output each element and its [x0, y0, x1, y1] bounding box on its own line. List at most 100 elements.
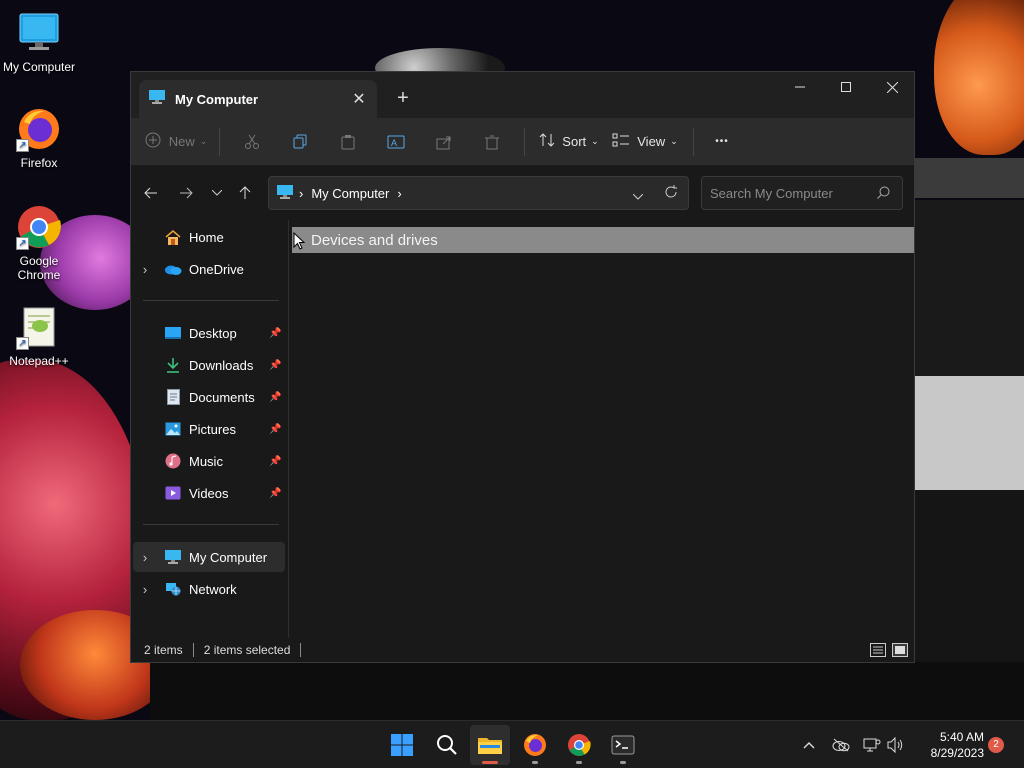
terminal-icon [611, 735, 635, 755]
maximize-icon [841, 82, 851, 92]
desktop-icon-firefox[interactable]: ↗ Firefox [1, 106, 77, 170]
address-bar[interactable]: › My Computer › [268, 176, 689, 210]
details-view-icon[interactable] [870, 643, 886, 657]
file-explorer-taskbar-button[interactable] [470, 725, 510, 765]
content-pane[interactable]: › Devices and drives [290, 220, 914, 640]
shortcut-arrow-icon: ↗ [16, 237, 29, 250]
desktop-folder-icon [163, 325, 183, 341]
chevron-down-icon: ⌄ [670, 136, 678, 146]
chevron-right-icon[interactable]: › [133, 582, 157, 597]
view-button[interactable]: View ⌄ [605, 124, 685, 160]
firefox-taskbar-button[interactable] [515, 725, 555, 765]
desktop-icon-label: Google Chrome [17, 254, 61, 282]
chevron-right-icon[interactable]: › [133, 262, 157, 277]
nav-item-my-computer[interactable]: › My Computer [133, 542, 285, 572]
nav-item-desktop[interactable]: Desktop 📌 [133, 318, 285, 348]
network-tray-button[interactable] [862, 735, 882, 755]
nav-item-music[interactable]: Music 📌 [133, 446, 285, 476]
recent-locations-button[interactable] [203, 179, 231, 207]
search-button[interactable] [427, 725, 467, 765]
nav-item-downloads[interactable]: Downloads 📌 [133, 350, 285, 380]
sort-label: Sort [562, 134, 587, 149]
search-input[interactable]: Search My Computer [701, 176, 903, 210]
rename-button[interactable]: A [372, 124, 420, 160]
desktop-icon-google-chrome[interactable]: ↗ Google Chrome [1, 204, 77, 282]
forward-button[interactable] [172, 179, 200, 207]
folder-icon [478, 738, 502, 754]
back-button[interactable] [137, 179, 165, 207]
nav-item-pictures[interactable]: Pictures 📌 [133, 414, 285, 444]
breadcrumb-separator: › [299, 185, 304, 201]
shortcut-arrow-icon: ↗ [16, 337, 29, 350]
video-icon [163, 485, 183, 501]
notification-badge[interactable]: 2 [988, 737, 1004, 753]
address-history-button[interactable] [632, 188, 644, 203]
pin-icon: 📌 [269, 423, 282, 435]
search-icon [877, 186, 890, 202]
speaker-icon [887, 737, 903, 753]
command-bar: New ⌄ A Sort ⌄ View ⌄ ••• [131, 118, 914, 166]
system-clock[interactable]: 5:40 AM 8/29/2023 [914, 729, 984, 761]
chrome-icon [568, 734, 591, 756]
nav-item-network[interactable]: › Network [133, 574, 285, 604]
chrome-taskbar-button[interactable] [559, 725, 599, 765]
maximize-button[interactable] [823, 72, 869, 102]
breadcrumb-separator[interactable]: › [397, 186, 401, 201]
share-icon [436, 136, 451, 149]
new-button[interactable]: New ⌄ [141, 124, 211, 160]
nav-item-onedrive[interactable]: › OneDrive [133, 254, 285, 284]
minimize-button[interactable] [777, 72, 823, 102]
nav-label: Music [189, 453, 223, 469]
tab-my-computer[interactable]: My Computer ✕ [139, 80, 377, 118]
more-options-button[interactable]: ••• [702, 124, 742, 160]
firefox-icon [524, 734, 546, 756]
clock-date: 8/29/2023 [930, 746, 984, 760]
desktop-icon-label: Notepad++ [9, 354, 69, 368]
breadcrumb-my-computer[interactable]: My Computer [311, 186, 389, 201]
mouse-cursor [293, 231, 306, 255]
document-icon [163, 389, 183, 405]
view-label: View [637, 134, 666, 149]
nav-label: Network [189, 581, 237, 597]
terminal-taskbar-button[interactable] [603, 725, 643, 765]
cut-button[interactable] [228, 124, 276, 160]
chevron-right-icon[interactable]: › [133, 550, 157, 565]
status-bar: 2 items 2 items selected [131, 638, 914, 662]
arrow-up-icon [239, 186, 251, 199]
nav-item-videos[interactable]: Videos 📌 [133, 478, 285, 508]
volume-tray-button[interactable] [886, 735, 906, 755]
show-hidden-icons-button[interactable] [799, 735, 819, 755]
explorer-body: Home › OneDrive Desktop 📌 Downloads 📌 Do… [131, 220, 914, 640]
chevron-down-icon [632, 193, 644, 200]
new-tab-button[interactable]: + [389, 84, 417, 112]
chrome-icon: ↗ [16, 204, 62, 250]
copy-button[interactable] [276, 124, 324, 160]
delete-button[interactable] [468, 124, 516, 160]
running-app-indicator [620, 761, 626, 764]
close-window-button[interactable] [869, 72, 914, 102]
group-header-devices-and-drives[interactable]: › Devices and drives [292, 227, 914, 253]
refresh-button[interactable] [664, 185, 678, 202]
monitor-icon [149, 89, 165, 109]
more-icon: ••• [715, 136, 729, 147]
background-window-fragment [910, 200, 1024, 376]
desktop-icon-notepadpp[interactable]: ↗ Notepad++ [1, 304, 77, 368]
nav-item-home[interactable]: Home [133, 222, 285, 252]
start-button[interactable] [382, 725, 422, 765]
group-header-label: Devices and drives [311, 231, 438, 249]
tab-title: My Computer [175, 91, 259, 107]
nav-item-documents[interactable]: Documents 📌 [133, 382, 285, 412]
nav-divider [143, 524, 279, 525]
desktop-icon-my-computer[interactable]: My Computer [1, 10, 77, 74]
paste-button[interactable] [324, 124, 372, 160]
nav-label: Downloads [189, 357, 254, 373]
nav-label: My Computer [189, 549, 268, 565]
large-icons-view-icon[interactable] [892, 643, 908, 657]
share-button[interactable] [420, 124, 468, 160]
onedrive-tray-button[interactable] [831, 735, 851, 755]
sort-button[interactable]: Sort ⌄ [533, 124, 605, 160]
up-button[interactable] [231, 179, 259, 207]
search-placeholder: Search My Computer [710, 185, 833, 201]
close-tab-icon[interactable]: ✕ [345, 85, 373, 113]
pin-icon: 📌 [269, 455, 282, 467]
